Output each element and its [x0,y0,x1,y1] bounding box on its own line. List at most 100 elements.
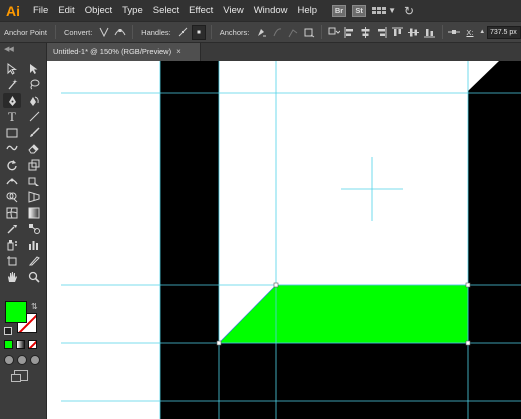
sync-icon[interactable]: ↻ [404,4,414,18]
align-right-icon[interactable] [375,25,389,40]
tool-name-label: Anchor Point [4,27,47,37]
anchor-point[interactable] [465,340,471,346]
hand-tool-icon[interactable] [3,269,21,284]
draw-inside-icon[interactable] [30,355,40,365]
anchor-point[interactable] [465,282,471,288]
fill-color-swatch[interactable] [5,301,27,323]
blend-tool-icon[interactable] [25,221,43,236]
slice-tool-icon[interactable] [25,253,43,268]
convert-to-corner-icon[interactable] [97,25,111,40]
convert-to-smooth-icon[interactable] [113,25,127,40]
tool-row [3,141,43,156]
anchors-label: Anchors: [219,27,250,37]
line-segment-tool-icon[interactable] [25,109,43,124]
tool-row [3,157,43,172]
curvature-tool-icon[interactable] [25,93,43,108]
direct-selection-tool-icon[interactable] [25,61,43,76]
divider [210,25,212,39]
free-transform-tool-icon[interactable] [25,173,43,188]
chevron-down-icon[interactable]: ▼ [388,6,396,15]
x-label: X: [466,27,474,37]
mesh-tool-icon[interactable] [3,205,21,220]
shaper-tool-icon[interactable] [3,141,21,156]
drawing-mode-row [4,355,40,365]
transform-icon[interactable] [327,25,341,40]
show-handles-icon[interactable] [176,25,190,40]
scale-tool-icon[interactable] [25,157,43,172]
none-mode-icon[interactable] [28,340,37,349]
convert-label: Convert: [63,27,93,37]
align-bottom-icon[interactable] [423,25,437,40]
menu-view[interactable]: View [218,0,248,21]
menu-file[interactable]: File [28,0,53,21]
menu-object[interactable]: Object [80,0,117,21]
menu-effect[interactable]: Effect [184,0,218,21]
type-tool-icon[interactable]: T [3,109,21,124]
screen-mode-icon[interactable] [11,370,28,382]
magic-wand-tool-icon[interactable] [3,77,21,92]
remove-anchor-icon[interactable] [254,25,268,40]
column-graph-tool-icon[interactable] [25,237,43,252]
swap-fill-stroke-icon[interactable]: ⇅ [31,302,38,311]
draw-normal-icon[interactable] [4,355,14,365]
document-tab-title: Untitled-1* @ 150% (RGB/Preview) [53,47,172,56]
cut-path-icon[interactable] [286,25,300,40]
rotate-tool-icon[interactable] [3,157,21,172]
gradient-tool-icon[interactable] [25,205,43,220]
menu-window[interactable]: Window [249,0,293,21]
tool-row [3,77,43,92]
tools-panel: ◀◀ T ⇅ [0,43,47,419]
divider [321,25,323,39]
align-top-icon[interactable] [391,25,405,40]
rectangle-tool-icon[interactable] [3,125,21,140]
reference-point-icon[interactable] [448,25,462,40]
document-tab[interactable]: Untitled-1* @ 150% (RGB/Preview) × [47,43,201,61]
artboard-canvas[interactable] [47,61,521,419]
draw-behind-icon[interactable] [17,355,27,365]
black-right-bar[interactable] [468,61,521,419]
bridge-button[interactable]: Br [332,4,347,17]
eyedropper-tool-icon[interactable] [3,221,21,236]
zoom-tool-icon[interactable] [25,269,43,284]
paintbrush-tool-icon[interactable] [25,125,43,140]
menu-edit[interactable]: Edit [53,0,79,21]
eraser-tool-icon[interactable] [25,141,43,156]
align-middle-icon[interactable] [407,25,421,40]
perspective-grid-tool-icon[interactable] [25,189,43,204]
tool-row: T [3,109,43,124]
anchor-point[interactable] [273,282,279,288]
color-mode-row [4,340,44,350]
width-tool-icon[interactable] [3,173,21,188]
tool-row [3,269,43,284]
lasso-tool-icon[interactable] [25,77,43,92]
arrange-documents-icon[interactable] [372,5,387,17]
symbol-sprayer-tool-icon[interactable] [3,237,21,252]
shape-builder-tool-icon[interactable] [3,189,21,204]
color-mode-icon[interactable] [4,340,13,349]
close-tab-icon[interactable]: × [176,47,181,56]
tool-row [3,61,43,76]
x-coordinate-field[interactable] [486,25,521,39]
divider [54,25,56,39]
panel-grip-icon[interactable]: ◀◀ [4,45,14,53]
black-left-bar[interactable] [160,61,219,419]
stock-button[interactable]: St [352,4,367,17]
align-left-icon[interactable] [343,25,357,40]
app-logo: Ai [6,2,20,19]
x-stepper-icon[interactable]: ▲ [479,25,486,40]
menu-select[interactable]: Select [148,0,184,21]
anchor-point[interactable] [216,340,222,346]
hide-handles-icon[interactable] [191,24,206,40]
connect-anchors-icon[interactable] [270,25,284,40]
tool-row [3,221,43,236]
menu-type[interactable]: Type [117,0,148,21]
pen-tool-icon[interactable] [3,93,21,108]
artboard-tool-icon[interactable] [3,253,21,268]
gradient-mode-icon[interactable] [16,340,25,349]
align-center-icon[interactable] [359,25,373,40]
selection-tool-icon[interactable] [3,61,21,76]
default-fill-stroke-icon[interactable] [4,327,12,335]
menu-help[interactable]: Help [293,0,323,21]
tool-row [3,253,43,268]
isolate-icon[interactable] [302,25,316,40]
